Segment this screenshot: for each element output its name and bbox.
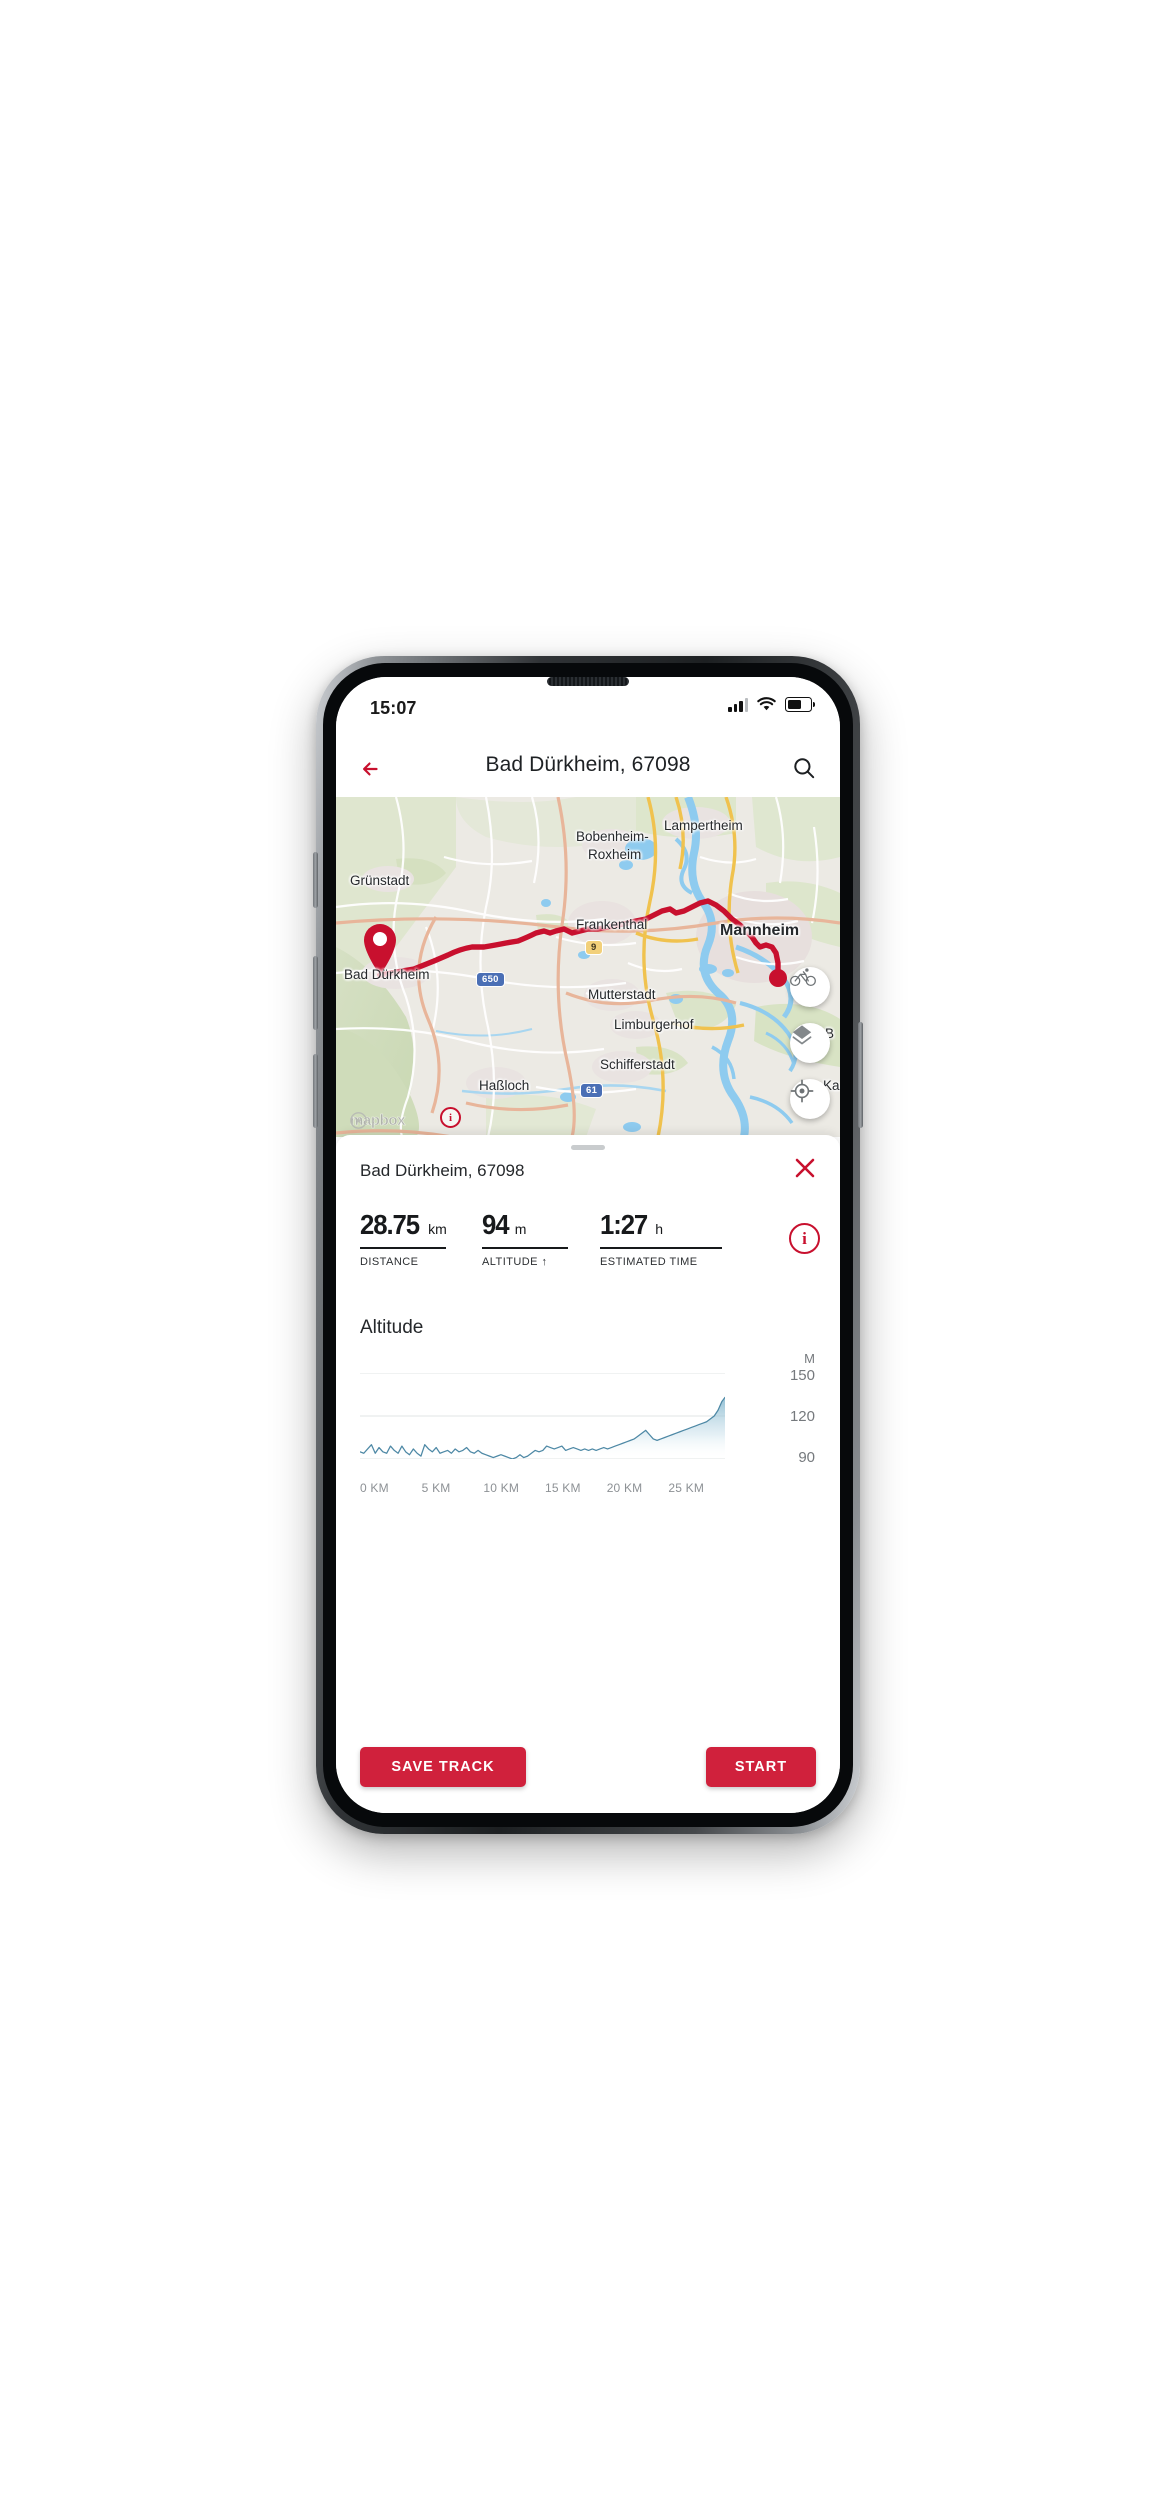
- sheet-title: Bad Dürkheim, 67098: [360, 1161, 525, 1180]
- map-info-button[interactable]: i: [440, 1107, 461, 1128]
- volume-up-button[interactable]: [313, 956, 318, 1030]
- stat-distance-value: 28.75: [360, 1209, 420, 1240]
- app-bar: Bad Dürkheim, 67098: [336, 739, 840, 797]
- phone-screen: 15:07 Bad Dürkheim, 67098 Lampertheim Bo…: [336, 677, 840, 1813]
- mapbox-mark-icon: [350, 1112, 367, 1129]
- route-end-dot: [769, 969, 787, 987]
- signal-bars-icon: [728, 697, 748, 712]
- phone-side-button[interactable]: [313, 852, 318, 908]
- stat-altitude-unit: m: [514, 1221, 527, 1237]
- chart-plot-area: [360, 1373, 725, 1459]
- chart-y-tick-90: 90: [798, 1449, 815, 1466]
- search-icon[interactable]: [790, 754, 818, 782]
- power-button[interactable]: [858, 1022, 863, 1128]
- stat-altitude-value: 94: [482, 1209, 510, 1240]
- save-track-button[interactable]: SAVE TRACK: [360, 1747, 526, 1787]
- stat-distance-label: DISTANCE: [360, 1255, 419, 1268]
- screenshot-canvas: 15:07 Bad Dürkheim, 67098 Lampertheim Bo…: [0, 0, 1176, 2500]
- layers-icon: [792, 1025, 812, 1045]
- chart-svg: [360, 1373, 725, 1459]
- road-shield-9: 9: [585, 940, 603, 955]
- earpiece-speaker: [547, 677, 629, 686]
- stat-distance: 28.75 km DISTANCE: [360, 1209, 482, 1268]
- chart-x-tick-20: 20 KM: [606, 1481, 643, 1495]
- chart-x-tick-0: 0 KM: [360, 1481, 389, 1495]
- locate-crosshair-icon: [790, 1079, 814, 1103]
- stat-rule: [600, 1247, 722, 1249]
- close-icon[interactable]: [792, 1155, 818, 1181]
- stat-time-label: ESTIMATED TIME: [600, 1255, 698, 1268]
- fab-layers[interactable]: [790, 1023, 830, 1063]
- page-title: Bad Dürkheim, 67098: [485, 753, 691, 776]
- altitude-chart: M 150 120 90: [360, 1351, 815, 1471]
- phone-bezel: 15:07 Bad Dürkheim, 67098 Lampertheim Bo…: [323, 663, 853, 1827]
- start-button[interactable]: START: [706, 1747, 816, 1787]
- map-view[interactable]: Lampertheim Bobenheim- Roxheim Grünstadt…: [336, 797, 840, 1137]
- road-shield-61: 61: [580, 1083, 604, 1098]
- volume-down-button[interactable]: [313, 1054, 318, 1128]
- battery-icon: [785, 697, 815, 712]
- stat-time-unit: h: [655, 1221, 664, 1237]
- stat-rule: [360, 1247, 446, 1249]
- stat-rule: [482, 1247, 568, 1249]
- wifi-icon: [757, 697, 776, 711]
- bicycle-icon: [790, 968, 816, 987]
- road-shield-650: 650: [476, 972, 505, 987]
- stat-altitude: 94 m ALTITUDE ↑: [482, 1209, 600, 1268]
- status-icon-group: [728, 697, 815, 712]
- drag-handle[interactable]: [571, 1145, 605, 1150]
- status-bar: 15:07: [336, 677, 840, 739]
- stat-altitude-label: ALTITUDE ↑: [482, 1255, 548, 1268]
- chart-x-tick-5: 5 KM: [421, 1481, 451, 1495]
- chart-y-unit: M: [804, 1351, 815, 1366]
- fab-locate[interactable]: [790, 1079, 830, 1119]
- info-button[interactable]: i: [789, 1223, 820, 1254]
- chart-x-tick-10: 10 KM: [483, 1481, 520, 1495]
- stat-distance-unit: km: [428, 1221, 447, 1237]
- mapbox-logo[interactable]: mapbox: [350, 1112, 406, 1130]
- stat-time-value: 1:27: [600, 1209, 648, 1240]
- phone-device-frame: 15:07 Bad Dürkheim, 67098 Lampertheim Bo…: [313, 656, 863, 1834]
- chart-x-tick-25: 25 KM: [668, 1481, 705, 1495]
- chart-x-axis: 0 KM 5 KM 10 KM 15 KM 20 KM 25 KM: [360, 1481, 730, 1495]
- status-time: 15:07: [370, 698, 417, 718]
- fab-bike[interactable]: [790, 967, 830, 1007]
- chart-y-tick-150: 150: [789, 1367, 815, 1384]
- altitude-chart-heading: Altitude: [360, 1317, 424, 1338]
- chart-y-tick-120: 120: [789, 1408, 815, 1425]
- stat-estimated-time: 1:27 h ESTIMATED TIME: [600, 1209, 740, 1268]
- chart-x-tick-15: 15 KM: [545, 1481, 581, 1495]
- route-detail-sheet: Bad Dürkheim, 67098 28.75 km DISTANCE 94…: [336, 1135, 840, 1813]
- stats-row: 28.75 km DISTANCE 94m ALTITUDE ↑ 1:27 h: [360, 1209, 740, 1268]
